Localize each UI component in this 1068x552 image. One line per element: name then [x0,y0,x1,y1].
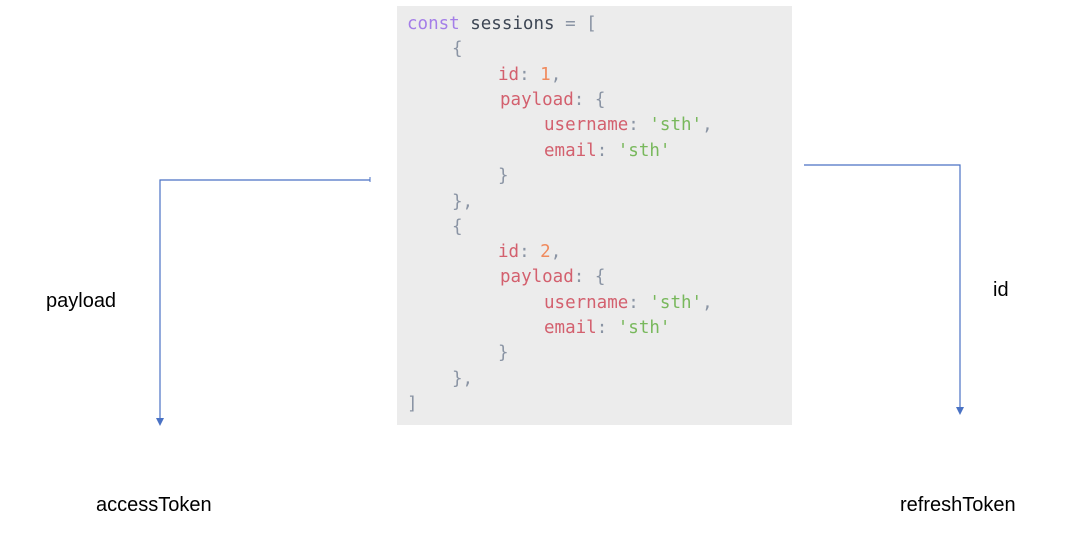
refresh-token-label: refreshToken [900,494,1016,516]
id-edge-label: id [993,279,1009,301]
connector-layer [156,164,964,426]
payload-arrowhead [156,418,164,426]
id-connector-line [804,164,961,407]
access-token-label: accessToken [96,494,212,516]
payload-edge-label: payload [46,290,117,312]
id-arrowhead [956,407,964,415]
payload-connector-line [159,179,370,418]
